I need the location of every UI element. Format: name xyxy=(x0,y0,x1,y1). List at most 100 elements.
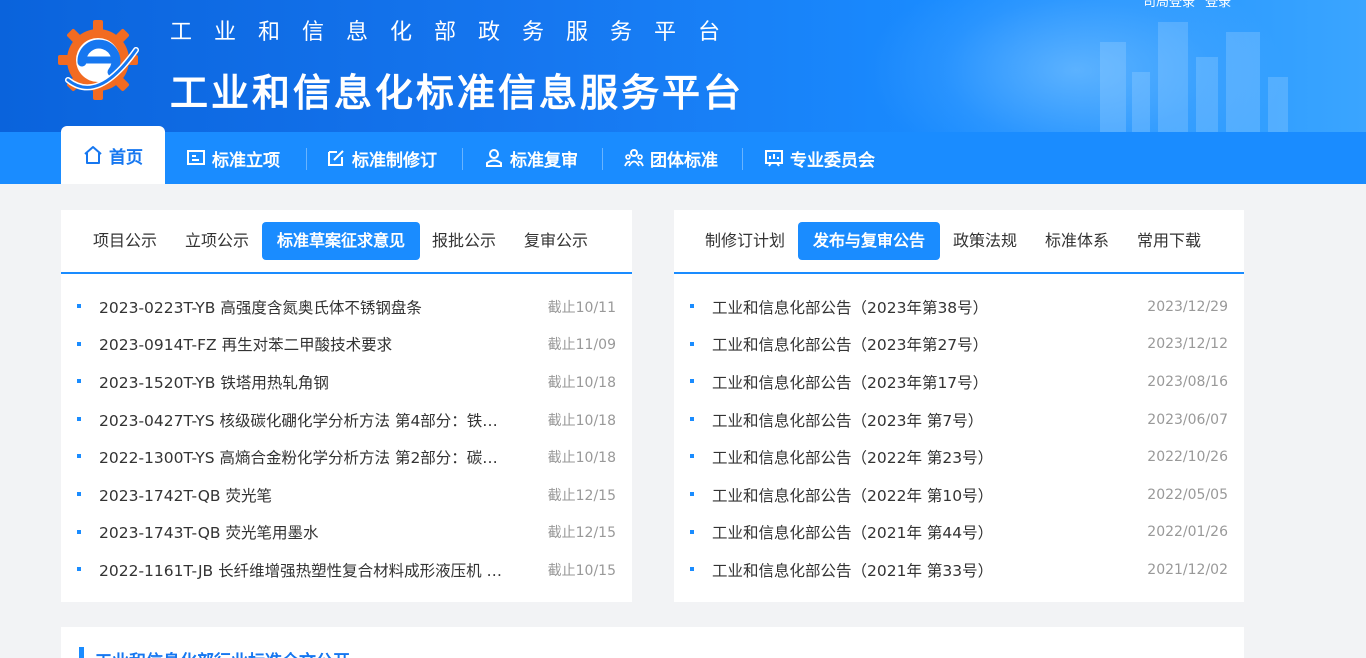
tab-draft-comments[interactable]: 标准草案征求意见 xyxy=(262,222,421,260)
bullet-marker xyxy=(77,454,81,459)
item-date: 2023/12/12 xyxy=(1147,336,1228,353)
item-title[interactable]: 工业和信息化部公告（2023年第17号） xyxy=(712,371,988,393)
item-date: 2023/08/16 xyxy=(1147,373,1228,390)
nav-divider xyxy=(742,148,743,170)
item-title[interactable]: 2023-0427T-YS 核级碳化硼化学分析方法 第4部分：铁… xyxy=(99,409,498,431)
item-title[interactable]: 2022-1300T-YS 高熵合金粉化学分析方法 第2部分：碳… xyxy=(99,446,498,468)
bullet-marker xyxy=(690,567,694,572)
tab-common-downloads[interactable]: 常用下载 xyxy=(1122,222,1216,260)
site-title: 工业和信息化标准信息服务平台 xyxy=(170,71,745,115)
nav-item-revision[interactable]: 标准制修订 xyxy=(326,132,437,184)
bullet-marker xyxy=(77,491,81,496)
list-item[interactable]: 工业和信息化部公告（2023年 第7号） 2023/06/07 xyxy=(674,401,1244,439)
bureau-login-link[interactable]: 司局登录 xyxy=(1143,0,1195,10)
bullet-marker xyxy=(690,491,694,496)
bullet-marker xyxy=(77,341,81,346)
skyline-building xyxy=(1268,77,1288,132)
login-links: 司局登录 登录 xyxy=(1143,0,1237,10)
announcements-panel: 制修订计划 发布与复审公告 政策法规 标准体系 常用下载 工业和信息化部公告（2… xyxy=(674,210,1244,602)
nav-item-review[interactable]: 标准复审 xyxy=(484,132,578,184)
tab-approval-notice[interactable]: 立项公示 xyxy=(170,222,264,260)
item-title[interactable]: 工业和信息化部公告（2023年第38号） xyxy=(712,296,988,318)
list-item[interactable]: 2023-1743T-QB 荧光笔用墨水 截止12/15 xyxy=(61,514,632,552)
nav-item-label: 团体标准 xyxy=(650,150,718,171)
list-item[interactable]: 2023-1520T-YB 铁塔用热轧角钢 截止10/18 xyxy=(61,363,632,401)
panel-tabs: 制修订计划 发布与复审公告 政策法规 标准体系 常用下载 xyxy=(674,210,1244,274)
skyline-building xyxy=(1132,72,1150,132)
list-item[interactable]: 2023-0223T-YB 高强度含氮奥氏体不锈钢盘条 截止10/11 xyxy=(61,288,632,326)
item-date: 2022/10/26 xyxy=(1147,449,1228,466)
nav-item-committee[interactable]: 专业委员会 xyxy=(764,132,875,184)
nav-item-label: 标准复审 xyxy=(510,150,578,171)
list-item[interactable]: 2022-1161T-JB 长纤维增强热塑性复合材料成形液压机 … 截止10/15 xyxy=(61,551,632,589)
list-item[interactable]: 工业和信息化部公告（2023年第38号） 2023/12/29 xyxy=(674,288,1244,326)
item-title[interactable]: 工业和信息化部公告（2021年 第44号） xyxy=(712,521,993,543)
item-date: 2023/12/29 xyxy=(1147,298,1228,315)
tab-project-notice[interactable]: 项目公示 xyxy=(78,222,172,260)
item-date: 2022/01/26 xyxy=(1147,524,1228,541)
main-nav: 首页 标准立项 标准制修订 标准复审 团体标准 专业委员会 xyxy=(0,126,1366,184)
tab-release-announcements[interactable]: 发布与复审公告 xyxy=(798,222,941,260)
list-item[interactable]: 工业和信息化部公告（2023年第27号） 2023/12/12 xyxy=(674,326,1244,364)
list-item[interactable]: 工业和信息化部公告（2022年 第10号） 2022/05/05 xyxy=(674,476,1244,514)
item-title[interactable]: 2023-0914T-FZ 再生对苯二甲酸技术要求 xyxy=(99,333,392,355)
item-deadline: 截止11/09 xyxy=(547,337,616,354)
list-item[interactable]: 工业和信息化部公告（2023年第17号） 2023/08/16 xyxy=(674,363,1244,401)
bullet-marker xyxy=(77,304,81,308)
ministry-logo-icon[interactable] xyxy=(58,16,150,102)
list-item[interactable]: 2022-1300T-YS 高熵合金粉化学分析方法 第2部分：碳… 截止10/18 xyxy=(61,438,632,476)
bullet-marker xyxy=(77,379,81,384)
item-deadline: 截止12/15 xyxy=(547,525,616,542)
site-header: 工业和信息化部政务服务平台 工业和信息化标准信息服务平台 司局登录 登录 xyxy=(0,0,1366,132)
item-title[interactable]: 2022-1161T-JB 长纤维增强热塑性复合材料成形液压机 … xyxy=(99,559,502,581)
item-title[interactable]: 工业和信息化部公告（2021年 第33号） xyxy=(712,559,993,581)
list-item[interactable]: 工业和信息化部公告（2021年 第33号） 2021/12/02 xyxy=(674,551,1244,589)
bullet-marker xyxy=(77,567,81,572)
list-item[interactable]: 工业和信息化部公告（2022年 第23号） 2022/10/26 xyxy=(674,438,1244,476)
item-date: 2023/06/07 xyxy=(1147,411,1228,428)
tab-submission-notice[interactable]: 报批公示 xyxy=(417,222,511,260)
announcement-list: 工业和信息化部公告（2023年第38号） 2023/12/29 工业和信息化部公告… xyxy=(674,288,1244,589)
tab-policy-regulations[interactable]: 政策法规 xyxy=(938,222,1032,260)
site-subtitle: 工业和信息化部政务服务平台 xyxy=(170,20,743,45)
item-deadline: 截止10/11 xyxy=(547,299,616,316)
nav-item-label: 首页 xyxy=(109,147,143,168)
home-icon xyxy=(84,146,102,164)
list-item[interactable]: 2023-0914T-FZ 再生对苯二甲酸技术要求 截止11/09 xyxy=(61,326,632,364)
nav-item-group-standard[interactable]: 团体标准 xyxy=(624,132,718,184)
item-date: 2021/12/02 xyxy=(1147,561,1228,578)
header-glow xyxy=(866,0,1286,132)
nav-item-project[interactable]: 标准立项 xyxy=(186,132,280,184)
item-title[interactable]: 2023-0223T-YB 高强度含氮奥氏体不锈钢盘条 xyxy=(99,296,422,318)
login-link[interactable]: 登录 xyxy=(1205,0,1231,10)
tab-standard-system[interactable]: 标准体系 xyxy=(1030,222,1124,260)
item-deadline: 截止10/18 xyxy=(547,374,616,391)
section-title: 工业和信息化部行业标准全文公开 xyxy=(95,647,350,658)
skyline-building xyxy=(1226,32,1260,132)
nav-divider xyxy=(602,148,603,170)
edit-icon xyxy=(328,150,344,166)
committee-icon xyxy=(765,150,783,167)
item-title[interactable]: 工业和信息化部公告（2022年 第10号） xyxy=(712,484,993,506)
skyline-building xyxy=(1196,57,1218,132)
tab-review-notice[interactable]: 复审公示 xyxy=(509,222,603,260)
item-title[interactable]: 工业和信息化部公告（2022年 第23号） xyxy=(712,446,993,468)
bullet-marker xyxy=(690,529,694,534)
tab-revision-plan[interactable]: 制修订计划 xyxy=(690,222,800,260)
item-title[interactable]: 工业和信息化部公告（2023年第27号） xyxy=(712,333,988,355)
item-title[interactable]: 2023-1742T-QB 荧光笔 xyxy=(99,484,272,506)
list-item[interactable]: 2023-0427T-YS 核级碳化硼化学分析方法 第4部分：铁… 截止10/18 xyxy=(61,401,632,439)
list-item[interactable]: 2023-1742T-QB 荧光笔 截止12/15 xyxy=(61,476,632,514)
item-deadline: 截止12/15 xyxy=(547,487,616,504)
bullet-marker xyxy=(77,416,81,421)
bullet-marker xyxy=(77,529,81,534)
item-title[interactable]: 工业和信息化部公告（2023年 第7号） xyxy=(712,409,983,431)
item-title[interactable]: 2023-1743T-QB 荧光笔用墨水 xyxy=(99,521,318,543)
item-title[interactable]: 2023-1520T-YB 铁塔用热轧角钢 xyxy=(99,371,329,393)
item-date: 2022/05/05 xyxy=(1147,486,1228,503)
draft-standards-panel: 项目公示 立项公示 标准草案征求意见 报批公示 复审公示 2023-0223T-… xyxy=(61,210,632,602)
list-item[interactable]: 工业和信息化部公告（2021年 第44号） 2022/01/26 xyxy=(674,514,1244,552)
nav-item-label: 标准立项 xyxy=(212,150,280,171)
bullet-marker xyxy=(690,416,694,421)
nav-item-home[interactable]: 首页 xyxy=(61,126,165,184)
